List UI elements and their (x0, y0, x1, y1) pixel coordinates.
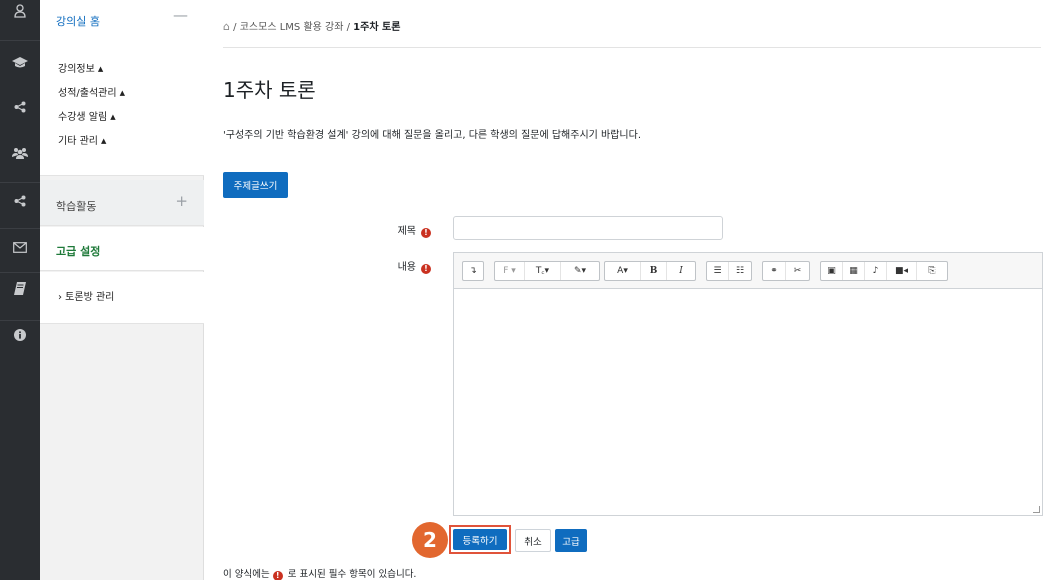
advanced-button[interactable]: 고급 (555, 529, 587, 552)
main-content: ⌂ / 코스모스 LMS 활용 강좌 / 1주차 토론 1주차 토론 '구성주의… (205, 0, 1060, 580)
forum-intro: '구성주의 기반 학습환경 설계' 강의에 대해 질문을 올리고, 다른 학생의… (223, 130, 641, 141)
link-button[interactable]: ⚭ (763, 262, 786, 280)
cancel-button[interactable]: 취소 (515, 529, 551, 552)
record-audio-button[interactable]: ♪ (865, 262, 887, 280)
graduation-cap-icon[interactable] (0, 56, 40, 76)
course-home-link[interactable]: 강의실 홈 (56, 13, 100, 29)
activities-block[interactable]: 학습활동 + (40, 180, 204, 226)
nav-item-student-alerts[interactable]: 수강생 알림 ▲ (58, 108, 116, 123)
nav-item-grades[interactable]: 성적/출석관리 ▲ (58, 84, 125, 99)
share-icon[interactable] (0, 100, 40, 120)
toolbar-toggle-button[interactable]: ↴ (463, 262, 483, 280)
submit-button[interactable]: 등록하기 (453, 529, 507, 550)
page-title: 1주차 토론 (223, 78, 316, 102)
forum-manage-block: › 토론방 관리 (40, 272, 204, 324)
advanced-settings-label[interactable]: 고급 설정 (56, 243, 100, 259)
image-button[interactable]: ▣ (821, 262, 843, 280)
nav-item-course-info[interactable]: 강의정보 ▲ (58, 60, 103, 75)
required-icon: ! (421, 228, 431, 238)
required-icon: ! (272, 571, 283, 580)
advanced-settings-block: 고급 설정 (40, 227, 204, 271)
envelope-icon[interactable] (0, 240, 40, 260)
activities-label: 학습활동 (56, 200, 97, 213)
subject-input[interactable] (453, 216, 723, 240)
resize-handle[interactable] (1033, 506, 1040, 513)
media-button[interactable]: ▦ (843, 262, 865, 280)
users-icon[interactable] (0, 146, 40, 166)
content-editor: ↴ F ▾ T꜀▾ ✎▾ A▾ B I ☰ ☷ ⚭ ✂ ▣ ▦ ♪ ■◂ ⎘ (453, 252, 1043, 516)
bold-button[interactable]: B (641, 262, 667, 280)
record-video-button[interactable]: ■◂ (887, 262, 917, 280)
nav-item-other-management[interactable]: 기타 관리 ▲ (58, 132, 106, 147)
content-textarea[interactable] (454, 290, 1042, 515)
font-color-button[interactable]: ✎▾ (561, 262, 599, 280)
icon-rail (0, 0, 40, 580)
divider (223, 47, 1041, 48)
share-icon[interactable] (0, 194, 40, 214)
ordered-list-button[interactable]: ☷ (729, 262, 751, 280)
paragraph-style-button[interactable]: A▾ (605, 262, 641, 280)
unlink-button[interactable]: ✂ (786, 262, 809, 280)
editor-toolbar: ↴ F ▾ T꜀▾ ✎▾ A▾ B I ☰ ☷ ⚭ ✂ ▣ ▦ ♪ ■◂ ⎘ (454, 253, 1042, 289)
highlight-box: 등록하기 (449, 525, 511, 554)
manage-files-button[interactable]: ⎘ (917, 262, 947, 280)
new-topic-button[interactable]: 주제글쓰기 (223, 172, 288, 198)
font-family-button[interactable]: F ▾ (495, 262, 525, 280)
breadcrumb: ⌂ / 코스모스 LMS 활용 강좌 / 1주차 토론 (223, 20, 401, 33)
book-icon[interactable] (0, 282, 40, 302)
forum-manage-link[interactable]: › 토론방 관리 (58, 288, 114, 303)
step-badge: 2 (412, 522, 448, 558)
course-home-block: 강의실 홈 — 강의정보 ▲ 성적/출석관리 ▲ 수강생 알림 ▲ 기타 관리 ▲ (40, 0, 204, 176)
course-navigation: 강의실 홈 — 강의정보 ▲ 성적/출석관리 ▲ 수강생 알림 ▲ 기타 관리 ▲ 학습… (40, 0, 204, 580)
required-icon: ! (421, 264, 431, 274)
content-label: 내용! (385, 258, 431, 274)
collapse-toggle[interactable]: — (173, 6, 188, 24)
unordered-list-button[interactable]: ☰ (707, 262, 729, 280)
breadcrumb-current: 1주차 토론 (353, 22, 401, 33)
info-icon[interactable] (0, 328, 40, 348)
breadcrumb-course[interactable]: 코스모스 LMS 활용 강좌 (240, 22, 344, 33)
subject-label: 제목! (385, 222, 431, 238)
home-icon[interactable]: ⌂ (223, 20, 230, 33)
font-size-button[interactable]: T꜀▾ (525, 262, 561, 280)
required-note: 이 양식에는! 로 표시된 필수 항목이 있습니다. (223, 569, 417, 580)
expand-toggle[interactable]: + (175, 192, 188, 210)
user-icon[interactable] (0, 4, 40, 24)
italic-button[interactable]: I (667, 262, 695, 280)
